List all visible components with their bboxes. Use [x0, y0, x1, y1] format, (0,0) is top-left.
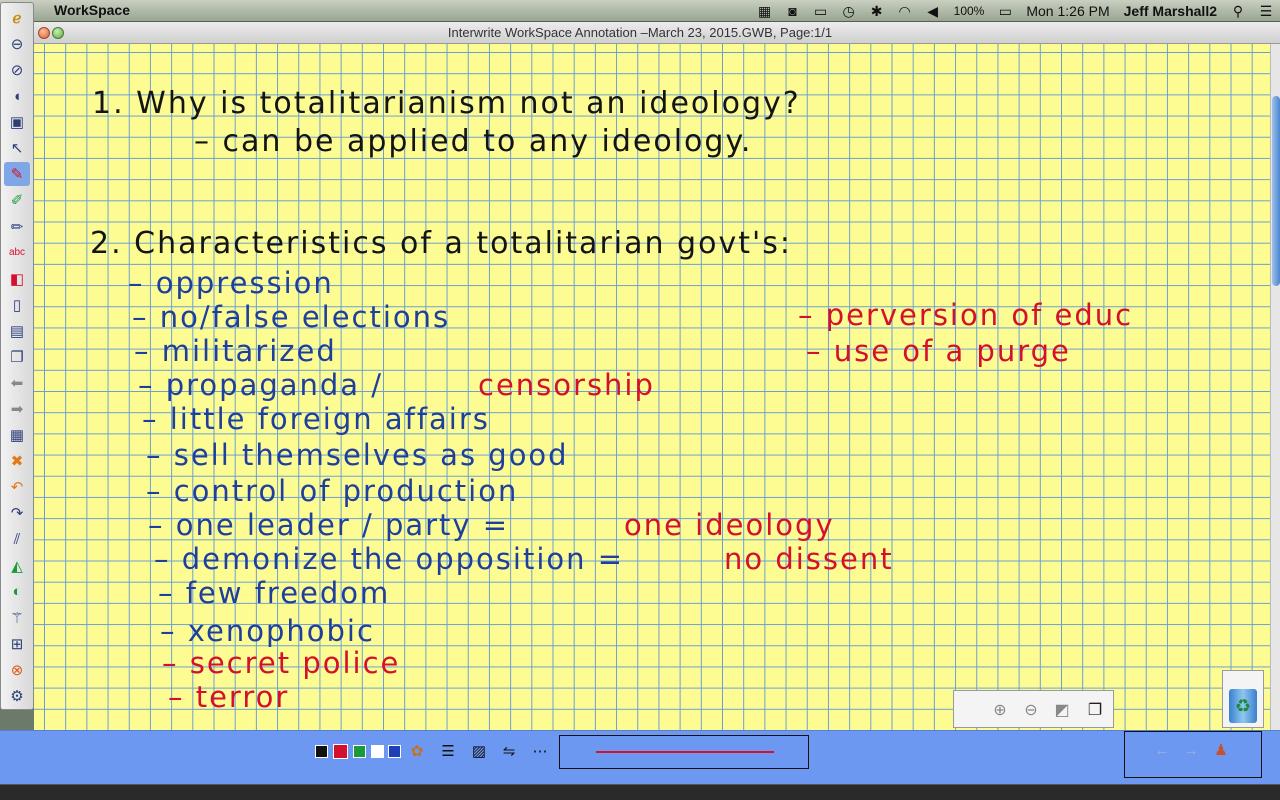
question-1-title: 1. Why is totalitarianism not an ideolog… — [92, 86, 801, 121]
list-item: – propaganda / — [138, 368, 384, 402]
vertical-scrollbar[interactable] — [1270, 44, 1280, 730]
shapes-icon[interactable]: ◭ — [4, 554, 30, 578]
color-swatch-white[interactable] — [371, 745, 384, 758]
window-title-bar: Interwrite WorkSpace Annotation –March 2… — [0, 22, 1280, 44]
floating-toolbar: ℯ ⊖ ⊘ ◖ ▣ ↖ ✎ ✐ ✏ abc ◧ ▯ ▤ ❐ ⬅ ➡ ▦ ✖ ↶ … — [0, 2, 34, 710]
tool-properties-bar: ✿ ☰ ▨ ⇋ ⋯ ← → ♟ — [0, 730, 1280, 784]
trash-icon: ♻ — [1229, 689, 1257, 723]
new-page-icon[interactable]: ▯ — [4, 293, 30, 317]
list-item-annotation: no dissent — [724, 542, 894, 576]
question-1-answer: – can be applied to any ideology. — [194, 124, 753, 159]
save-icon[interactable]: ▣ — [4, 110, 30, 134]
side-note: – perversion of educ — [798, 298, 1134, 332]
user-name[interactable]: Jeff Marshall2 — [1124, 3, 1217, 19]
list-item-annotation: one ideology — [624, 508, 835, 542]
line-preview-stroke — [596, 751, 774, 753]
line-pattern-icon[interactable]: ⋯ — [529, 740, 551, 762]
list-item: – demonize the opposition = — [154, 542, 625, 576]
window-title: Interwrite WorkSpace Annotation –March 2… — [447, 25, 833, 40]
zoom-in-icon[interactable]: ⊕ — [988, 699, 1012, 721]
back-icon[interactable]: ⬅ — [4, 371, 30, 395]
pencil-icon[interactable]: ✏ — [4, 215, 30, 239]
list-item-annotation: censorship — [478, 368, 655, 402]
gallery-icon[interactable]: ♟ — [1210, 739, 1232, 761]
spreadsheet-icon[interactable]: ▦ — [4, 423, 30, 447]
color-palette-icon[interactable]: ✿ — [406, 740, 428, 762]
select-icon[interactable]: ↖ — [4, 136, 30, 160]
page-copy-icon[interactable]: ❐ — [1083, 699, 1107, 721]
eraser-icon[interactable]: ◧ — [4, 267, 30, 291]
page-list-icon[interactable]: ▤ — [4, 319, 30, 343]
color-swatch-blue[interactable] — [388, 745, 401, 758]
logo-icon[interactable]: ℯ — [4, 6, 30, 30]
mouse-icon[interactable]: ◖ — [4, 84, 30, 108]
spotlight-icon[interactable]: ◐ — [4, 580, 30, 604]
clear-icon[interactable]: ✖ — [4, 449, 30, 473]
next-icon[interactable]: → — [1180, 739, 1202, 761]
list-item: – xenophobic — [160, 614, 375, 648]
notification-center-icon[interactable]: ☰ — [1255, 0, 1277, 22]
line-preview — [559, 735, 809, 769]
battery-icon[interactable]: ▭ — [994, 0, 1016, 22]
previous-icon[interactable]: ← — [1151, 739, 1173, 761]
list-item: – no/false elections — [132, 300, 451, 334]
menu-bar: WorkSpace ▦ ◙ ▭ ◷ ✱ ◠ ◀ 100% ▭ Mon 1:26 … — [0, 0, 1280, 22]
wifi-icon[interactable]: ◠ — [894, 0, 916, 22]
window-close-button[interactable] — [38, 27, 50, 39]
copy-page-icon[interactable]: ❐ — [4, 345, 30, 369]
screen-capture-icon[interactable]: ⊞ — [4, 632, 30, 656]
window-zoom-button[interactable] — [52, 27, 64, 39]
list-item: – little foreign affairs — [142, 402, 490, 436]
text-recognition-icon[interactable]: abc — [4, 241, 30, 265]
magic-wand-icon[interactable]: ⚚ — [4, 606, 30, 630]
side-note: – use of a purge — [806, 334, 1071, 368]
list-item: – few freedom — [158, 576, 391, 610]
highlighter-icon[interactable]: ✐ — [4, 189, 30, 213]
desktop-edge — [0, 784, 1280, 800]
app-name[interactable]: WorkSpace — [54, 2, 130, 18]
page-edit-icon[interactable]: ◩ — [1050, 699, 1074, 721]
camera-icon[interactable]: ◙ — [782, 0, 804, 22]
time-machine-icon[interactable]: ◷ — [838, 0, 860, 22]
trash-button[interactable]: ♻ — [1222, 670, 1264, 728]
annotation-canvas[interactable]: 1. Why is totalitarianism not an ideolog… — [34, 44, 1270, 730]
list-item: – sell themselves as good — [146, 438, 569, 472]
lines-icon[interactable]: ⫽ — [4, 528, 30, 552]
color-swatch-green[interactable] — [353, 745, 366, 758]
minimize-icon[interactable]: ⊖ — [4, 32, 30, 56]
airplay-icon[interactable]: ▭ — [810, 0, 832, 22]
list-item: – secret police — [162, 646, 401, 680]
zoom-out-icon[interactable]: ⊖ — [1019, 699, 1043, 721]
spotlight-search-icon[interactable]: ⚲ — [1227, 0, 1249, 22]
question-2-title: 2. Characteristics of a totalitarian gov… — [90, 226, 792, 261]
undo-icon[interactable]: ↶ — [4, 475, 30, 499]
list-item: – terror — [168, 680, 290, 714]
redo-icon[interactable]: ↷ — [4, 501, 30, 525]
bluetooth-icon[interactable]: ✱ — [866, 0, 888, 22]
clock[interactable]: Mon 1:26 PM — [1026, 3, 1109, 19]
settings-icon[interactable]: ⚙ — [4, 684, 30, 708]
pen-icon[interactable]: ✎ — [4, 162, 30, 187]
line-style-icon[interactable]: ⇋ — [498, 740, 520, 762]
battery-percent: 100% — [953, 4, 985, 18]
volume-icon[interactable]: ◀ — [922, 0, 944, 22]
navigation-box: ← → ♟ — [1124, 731, 1262, 778]
page-controls: ⊕ ⊖ ◩ ❐ — [953, 690, 1114, 728]
app-status-icon[interactable]: ▦ — [754, 0, 776, 22]
list-item: – control of production — [146, 474, 519, 508]
line-width-icon[interactable]: ☰ — [437, 740, 459, 762]
color-swatch-black[interactable] — [315, 745, 328, 758]
list-item: – oppression — [128, 266, 334, 300]
status-area: ▦ ◙ ▭ ◷ ✱ ◠ ◀ 100% ▭ Mon 1:26 PM Jeff Ma… — [751, 0, 1280, 22]
color-swatch-red[interactable] — [333, 744, 348, 759]
list-item: – militarized — [134, 334, 337, 368]
list-item: – one leader / party = — [148, 508, 510, 542]
close-icon[interactable]: ⊗ — [4, 658, 30, 682]
forward-icon[interactable]: ➡ — [4, 397, 30, 421]
float-icon[interactable]: ⊘ — [4, 58, 30, 82]
transparency-icon[interactable]: ▨ — [468, 740, 490, 762]
scrollbar-thumb[interactable] — [1272, 96, 1280, 286]
